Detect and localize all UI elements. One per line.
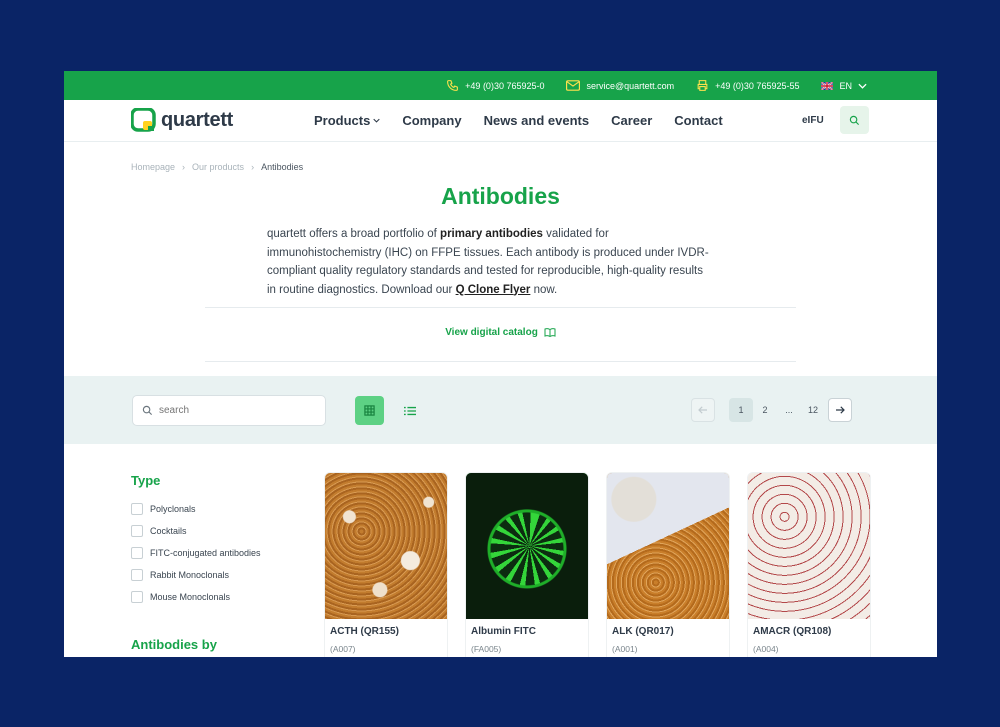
phone-number: +49 (0)30 765925-0 [465,80,545,91]
filter-title-antibodies-by: Antibodies by [131,637,217,652]
product-card[interactable]: AMACR (QR108) (A004) [748,473,870,657]
grid-view-button[interactable] [355,396,384,425]
breadcrumb-homepage[interactable]: Homepage [131,162,175,172]
intro-paragraph: quartett offers a broad portfolio of pri… [267,225,712,299]
pagination: 1 2 ... 12 [691,398,852,422]
type-filter: Type Polyclonals Cocktails FITC-conjugat… [131,473,261,608]
product-card[interactable]: Albumin FITC (FA005) [466,473,588,657]
checkbox[interactable] [131,591,143,603]
book-icon [544,328,556,338]
uk-flag-icon [821,81,834,90]
filter-option-mouse-monoclonals[interactable]: Mouse Monoclonals [131,586,261,608]
filter-option-cocktails[interactable]: Cocktails [131,520,261,542]
phone-contact[interactable]: +49 (0)30 765925-0 [446,79,544,92]
filter-option-label: Polyclonals [150,504,196,514]
filter-option-label: Mouse Monoclonals [150,592,231,602]
previous-page-button[interactable] [691,398,715,422]
catalog-link-label: View digital catalog [445,327,538,338]
intro-highlight: primary antibodies [440,228,543,240]
search-icon [142,405,153,416]
product-card[interactable]: ALK (QR017) (A001) [607,473,729,657]
filter-option-label: Rabbit Monoclonals [150,570,230,580]
fax-number: +49 (0)30 765925-55 [715,80,800,91]
product-code: (A004) [753,644,779,654]
nav-menu: Products Company News and events Career … [314,113,723,128]
fax-contact[interactable]: +49 (0)30 765925-55 [696,79,799,92]
breadcrumb-our-products[interactable]: Our products [192,162,244,172]
printer-icon [697,80,708,91]
checkbox[interactable] [131,503,143,515]
product-search-box[interactable] [132,395,326,426]
digital-catalog-link[interactable]: View digital catalog [64,327,937,338]
nav-item-company[interactable]: Company [402,113,461,128]
product-code: (A007) [330,644,356,654]
product-code: (A001) [612,644,638,654]
chevron-right-icon: › [182,162,186,172]
breadcrumb: Homepage › Our products › Antibodies [131,162,303,172]
checkbox[interactable] [131,547,143,559]
header-search-button[interactable] [840,106,869,134]
product-image[interactable] [607,473,729,619]
filter-title-type: Type [131,473,161,488]
nav-item-label: Products [314,113,371,128]
phone-icon [447,80,459,91]
intro-text: quartett offers a broad portfolio of [267,228,441,240]
list-view-button[interactable] [395,396,424,425]
intro-text: now. [530,283,558,296]
filter-option-fitc-conjugated[interactable]: FITC-conjugated antibodies [131,542,261,564]
page-1-button[interactable]: 1 [729,398,753,422]
product-card[interactable]: ACTH (QR155) (A007) [325,473,447,657]
filter-option-label: FITC-conjugated antibodies [150,548,261,558]
product-toolbar: 1 2 ... 12 [64,376,937,444]
product-grid: ACTH (QR155) (A007) Albumin FITC (FA005)… [325,473,870,657]
nav-item-news-and-events[interactable]: News and events [484,113,590,128]
filter-option-polyclonals[interactable]: Polyclonals [131,498,261,520]
checkbox[interactable] [131,525,143,537]
mail-icon [566,80,581,91]
chevron-down-icon [373,118,381,123]
page-ellipsis: ... [785,405,793,415]
checkbox[interactable] [131,569,143,581]
nav-item-products[interactable]: Products [314,113,381,128]
chevron-right-icon: › [251,162,255,172]
language-label: EN [839,80,852,91]
q-clone-flyer-link[interactable]: Q Clone Flyer [456,284,531,296]
page-title: Antibodies [441,183,560,209]
page-2-button[interactable]: 2 [753,398,777,422]
browser-page: +49 (0)30 765925-0 service@quartett.com … [64,71,937,657]
product-name[interactable]: Albumin FITC [466,619,588,637]
email-address: service@quartett.com [586,80,675,91]
arrow-right-icon [836,406,845,414]
product-image[interactable] [466,473,588,619]
eifu-link[interactable]: eIFU [802,115,824,126]
grid-icon [364,405,375,416]
top-contact-bar: +49 (0)30 765925-0 service@quartett.com … [64,71,937,100]
nav-item-contact[interactable]: Contact [674,113,722,128]
product-name[interactable]: ACTH (QR155) [325,619,447,637]
divider [205,307,796,308]
product-code: (FA005) [471,644,502,654]
product-image[interactable] [748,473,870,619]
chevron-down-icon [858,83,867,89]
quartett-logo[interactable]: quartett [131,108,233,132]
breadcrumb-current: Antibodies [261,162,304,172]
filter-option-rabbit-monoclonals[interactable]: Rabbit Monoclonals [131,564,261,586]
language-selector[interactable]: EN [821,81,867,91]
divider [205,361,796,362]
nav-item-career[interactable]: Career [611,113,652,128]
main-navigation: quartett Products Company News and event… [64,100,937,142]
arrow-left-icon [698,406,707,414]
email-contact[interactable]: service@quartett.com [566,80,674,91]
search-icon [849,115,860,125]
product-search-input[interactable] [159,405,309,416]
page-12-button[interactable]: 12 [801,398,825,422]
product-name[interactable]: ALK (QR017) [607,619,729,637]
next-page-button[interactable] [828,398,852,422]
filter-option-label: Cocktails [150,526,187,536]
product-image[interactable] [325,473,447,619]
logo-wordmark: quartett [161,108,234,131]
q-logo-icon [131,108,156,132]
product-name[interactable]: AMACR (QR108) [748,619,870,637]
list-icon [403,406,416,415]
